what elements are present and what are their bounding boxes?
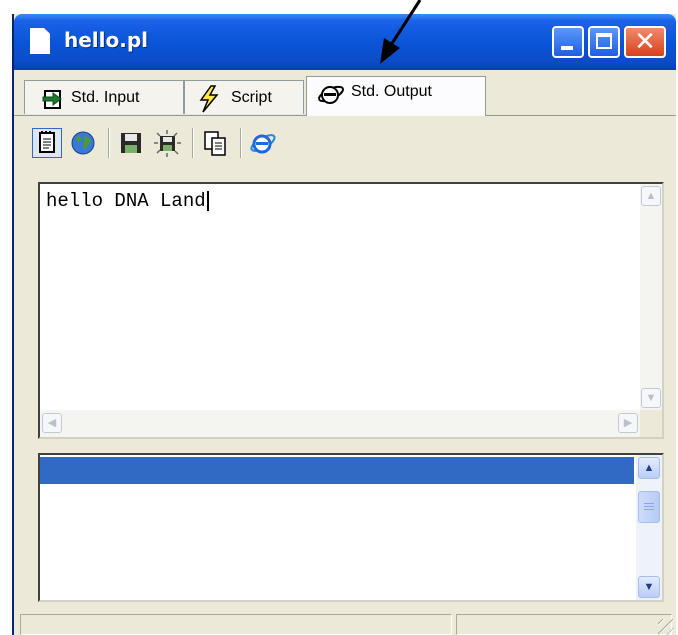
notepad-icon xyxy=(39,131,55,153)
toolbar-separator xyxy=(192,128,194,158)
copy-icon xyxy=(204,131,226,156)
thumb-grip xyxy=(644,509,654,510)
output-text-content: hello DNA Land xyxy=(46,190,206,212)
save-all-button[interactable] xyxy=(152,128,182,158)
message-list-scrollbar[interactable]: ▲ ▼ xyxy=(636,455,662,600)
title-bar[interactable]: hello.pl ✕ xyxy=(14,14,676,70)
status-panel xyxy=(456,614,672,635)
close-icon: ✕ xyxy=(634,27,656,57)
scroll-thumb[interactable] xyxy=(638,491,660,523)
text-caret xyxy=(206,190,209,211)
scroll-up-button[interactable]: ▲ xyxy=(641,186,661,206)
maximize-button[interactable] xyxy=(588,26,620,58)
app-window: hello.pl ✕ Std. Input Script Std. Output… xyxy=(12,14,676,635)
save-icon xyxy=(121,133,141,153)
scroll-down-button[interactable]: ▼ xyxy=(641,388,661,408)
scroll-up-button[interactable]: ▲ xyxy=(638,457,660,479)
browse-web-button[interactable] xyxy=(68,128,98,158)
globe-icon xyxy=(71,131,95,155)
message-list[interactable]: ▲ ▼ xyxy=(38,453,664,602)
tab-label: Std. Input xyxy=(71,89,140,106)
save-button[interactable] xyxy=(116,128,146,158)
list-item-selected[interactable] xyxy=(40,457,634,484)
thumb-grip xyxy=(644,503,654,504)
close-button[interactable]: ✕ xyxy=(624,26,666,58)
thumb-grip xyxy=(644,506,654,507)
save-all-icon xyxy=(154,130,181,157)
internet-explorer-icon xyxy=(250,134,276,154)
scroll-left-button[interactable]: ◀ xyxy=(42,413,62,433)
scroll-right-button[interactable]: ▶ xyxy=(618,413,638,433)
maximize-icon xyxy=(596,33,612,49)
window-title: hello.pl xyxy=(64,28,149,52)
toolbar-separator xyxy=(108,128,110,158)
output-vertical-scrollbar[interactable]: ▲ ▼ xyxy=(640,184,662,410)
arrow-into-page-icon xyxy=(42,90,62,109)
minimize-icon xyxy=(561,46,573,50)
output-text: hello DNA Land xyxy=(46,190,209,212)
tab-label: Script xyxy=(231,89,272,106)
tab-script[interactable]: Script xyxy=(184,80,304,114)
output-horizontal-scrollbar[interactable]: ◀ ▶ xyxy=(40,410,640,437)
output-textbox[interactable]: hello DNA Land ▲ ▼ ◀ ▶ xyxy=(38,182,664,439)
copy-button[interactable] xyxy=(200,128,230,158)
lightning-icon xyxy=(199,85,219,113)
open-in-browser-button[interactable] xyxy=(248,128,278,158)
toolbar xyxy=(14,120,676,166)
notepad-button[interactable] xyxy=(32,128,62,158)
toolbar-separator xyxy=(240,128,242,158)
tab-std-output[interactable]: Std. Output xyxy=(306,76,486,116)
document-icon xyxy=(30,28,50,54)
minimize-button[interactable] xyxy=(552,26,584,58)
status-panel xyxy=(20,614,452,635)
tab-strip: Std. Input Script Std. Output xyxy=(14,76,676,116)
tab-std-input[interactable]: Std. Input xyxy=(24,80,184,114)
status-bar xyxy=(14,612,676,635)
tab-label: Std. Output xyxy=(351,83,432,100)
scrollbar-corner xyxy=(640,410,662,437)
scroll-down-button[interactable]: ▼ xyxy=(638,576,660,598)
resize-grip[interactable] xyxy=(658,619,674,635)
internet-explorer-icon xyxy=(318,85,344,104)
